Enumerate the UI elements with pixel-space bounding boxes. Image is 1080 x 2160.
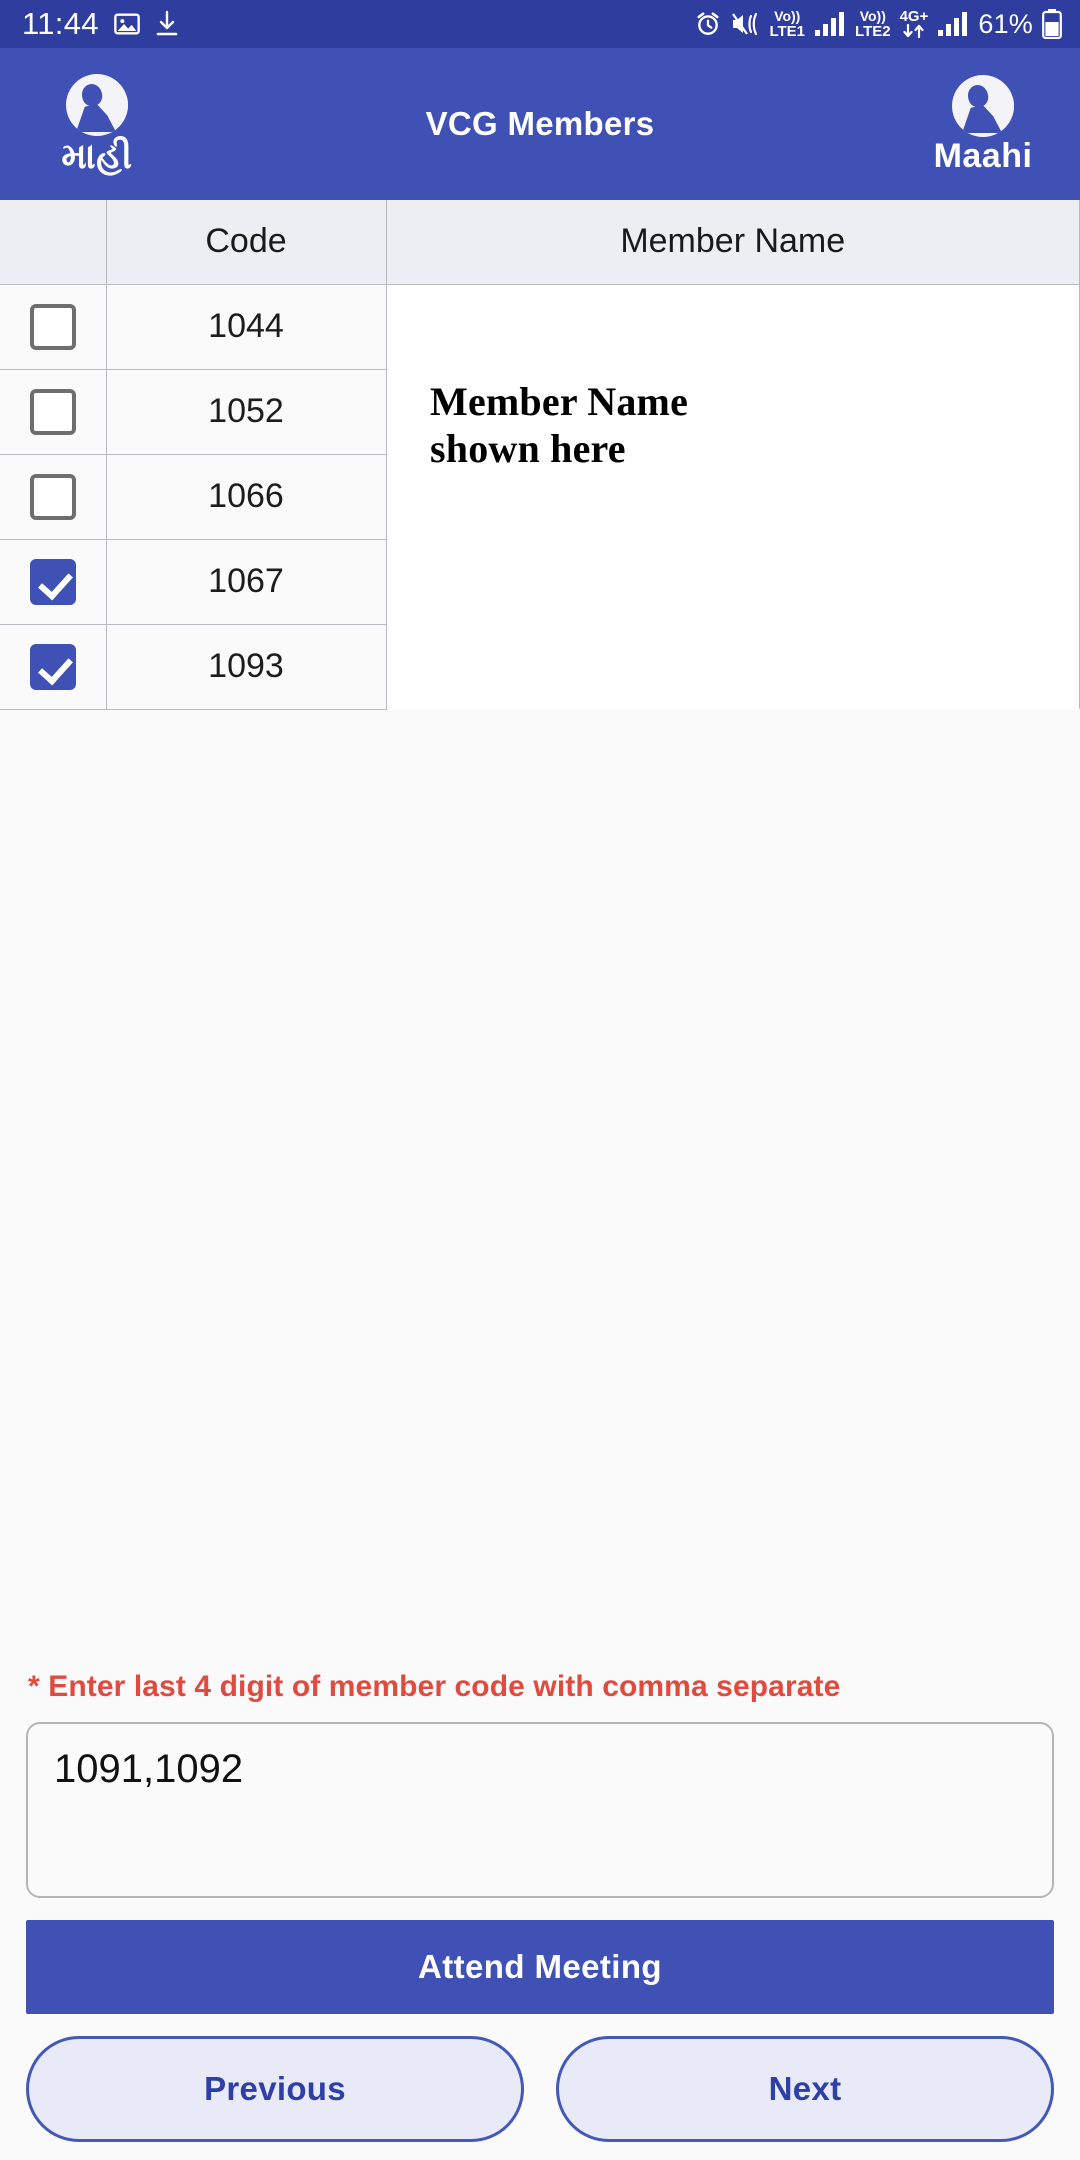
- status-bar: 11:44 Vo)) LTE1 Vo)) LTE2 4G+ 61%: [0, 0, 1080, 48]
- status-bar-left: 11:44: [22, 6, 179, 42]
- alarm-icon: [695, 11, 721, 37]
- row-checkbox-cell[interactable]: [0, 453, 107, 540]
- row-checkbox-cell[interactable]: [0, 623, 107, 710]
- table-header-row: Code Member Name: [0, 200, 1080, 285]
- row-checkbox[interactable]: [29, 303, 76, 350]
- row-code: 1067: [105, 538, 387, 625]
- sim2-volte-icon: Vo)) LTE2: [855, 8, 891, 40]
- brand-logo-right-label: Maahi: [933, 137, 1033, 175]
- image-icon: [113, 10, 141, 38]
- brand-logo-right: Maahi: [908, 75, 1058, 173]
- download-icon: [155, 10, 179, 38]
- row-code: 1093: [105, 623, 387, 710]
- maahi-emblem-icon: [952, 75, 1014, 137]
- row-checkbox[interactable]: [29, 558, 76, 605]
- sim2-signal-icon: [937, 11, 969, 37]
- row-checkbox[interactable]: [29, 473, 76, 520]
- app-screen: 11:44 Vo)) LTE1 Vo)) LTE2 4G+ 61% માહી V…: [0, 0, 1080, 2160]
- battery-percent-label: 61%: [978, 8, 1033, 39]
- maahi-emblem-icon: [66, 74, 128, 136]
- member-name-cell: [385, 284, 1080, 709]
- column-header-code: Code: [105, 200, 387, 285]
- sim1-signal-icon: [814, 11, 846, 37]
- next-button[interactable]: Next: [556, 2036, 1054, 2142]
- status-clock: 11:44: [22, 6, 99, 41]
- member-name-placeholder-note: Member Name shown here: [430, 379, 689, 472]
- content-spacer: [0, 709, 1080, 1670]
- members-table-container: Code Member Name 1044 1052 1066 1067 109…: [0, 200, 1080, 710]
- member-code-input[interactable]: [26, 1722, 1054, 1898]
- row-checkbox-cell[interactable]: [0, 368, 107, 455]
- column-header-select: [0, 200, 107, 285]
- app-header-bar: માહી VCG Members Maahi: [0, 48, 1080, 200]
- mute-vibrate-icon: [730, 11, 760, 37]
- row-checkbox[interactable]: [29, 643, 76, 690]
- navigation-buttons: Previous Next: [26, 2036, 1054, 2142]
- sim1-volte-icon: Vo)) LTE1: [769, 8, 806, 40]
- row-code: 1044: [105, 283, 387, 370]
- row-checkbox[interactable]: [29, 388, 76, 435]
- brand-logo-left-label: માહી: [61, 135, 133, 176]
- row-code: 1066: [105, 453, 387, 540]
- network-4gplus-icon: 4G+: [900, 9, 928, 39]
- battery-icon: [1042, 9, 1062, 39]
- status-bar-right: Vo)) LTE1 Vo)) LTE2 4G+ 61%: [695, 9, 1062, 40]
- row-checkbox-cell[interactable]: [0, 538, 107, 625]
- previous-button[interactable]: Previous: [26, 2036, 524, 2142]
- attend-meeting-button[interactable]: Attend Meeting: [26, 1920, 1054, 2014]
- row-checkbox-cell[interactable]: [0, 283, 107, 370]
- column-header-member-name: Member Name: [385, 200, 1080, 285]
- brand-logo-left: માહી: [22, 74, 172, 174]
- row-code: 1052: [105, 368, 387, 455]
- code-input-hint: * Enter last 4 digit of member code with…: [28, 1670, 841, 1703]
- bottom-form: * Enter last 4 digit of member code with…: [0, 1670, 1080, 2160]
- table-row[interactable]: 1044: [0, 283, 1080, 709]
